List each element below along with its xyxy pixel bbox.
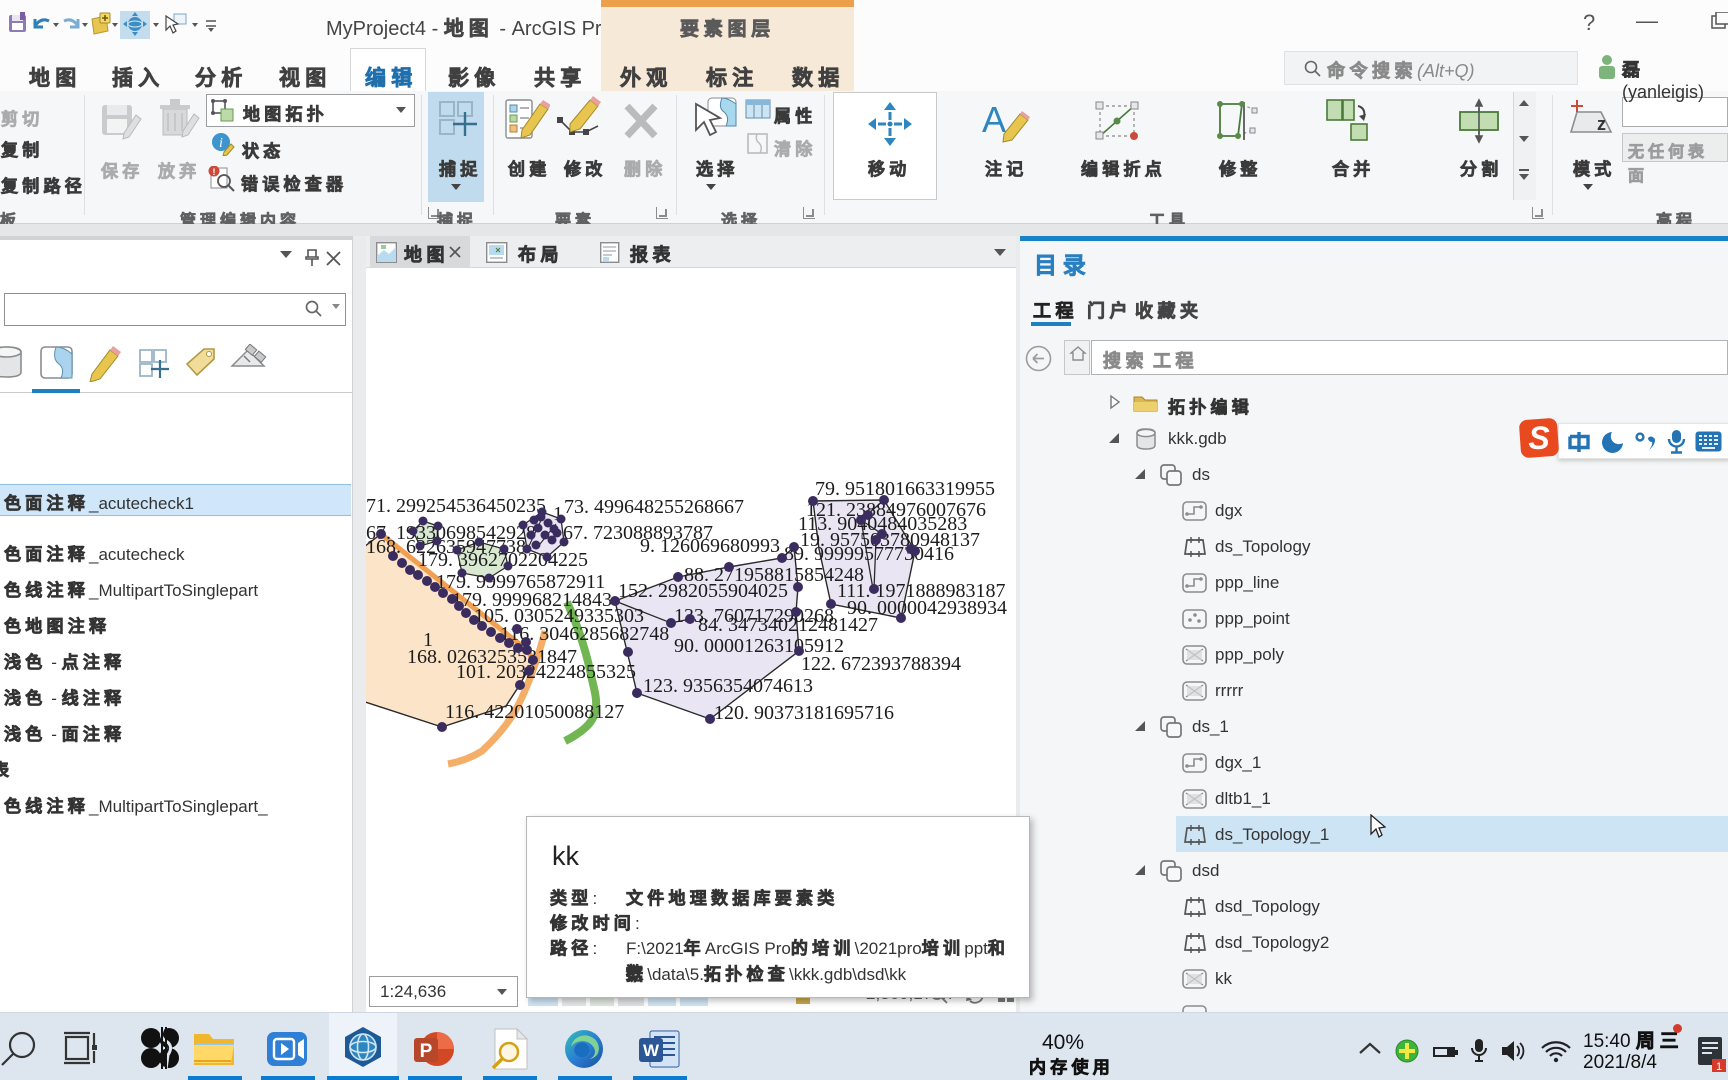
svg-text:101. 20324224855325: 101. 20324224855325 — [456, 661, 636, 683]
svg-text:1: 1 — [1716, 1061, 1722, 1073]
svg-text:!: ! — [213, 167, 216, 177]
svg-text:S: S — [1528, 420, 1550, 456]
svg-text:123. 9356354074613: 123. 9356354074613 — [643, 675, 813, 697]
svg-text:152. 2982055904025: 152. 2982055904025 — [618, 580, 788, 602]
svg-text:84. 347340212481427: 84. 347340212481427 — [698, 614, 878, 636]
svg-text:71. 299254536450235: 71. 299254536450235 — [366, 495, 546, 517]
svg-text:79. 951801663319955: 79. 951801663319955 — [815, 478, 995, 500]
svg-text:P: P — [420, 1041, 433, 1062]
svg-text:W: W — [643, 1041, 660, 1060]
svg-text:122. 672393788394: 122. 672393788394 — [801, 653, 961, 675]
svg-text:9. 126069680993: 9. 126069680993 — [640, 535, 780, 557]
svg-text:73. 499648255268667: 73. 499648255268667 — [564, 496, 744, 518]
svg-text:z: z — [1597, 114, 1606, 134]
svg-text:A: A — [982, 99, 1006, 140]
svg-text:116. 42201050088127: 116. 42201050088127 — [445, 701, 624, 723]
svg-text:89. 99999577730416: 89. 99999577730416 — [784, 543, 954, 565]
svg-text:i: i — [219, 136, 223, 151]
svg-text:120. 90373181695716: 120. 90373181695716 — [714, 702, 894, 724]
